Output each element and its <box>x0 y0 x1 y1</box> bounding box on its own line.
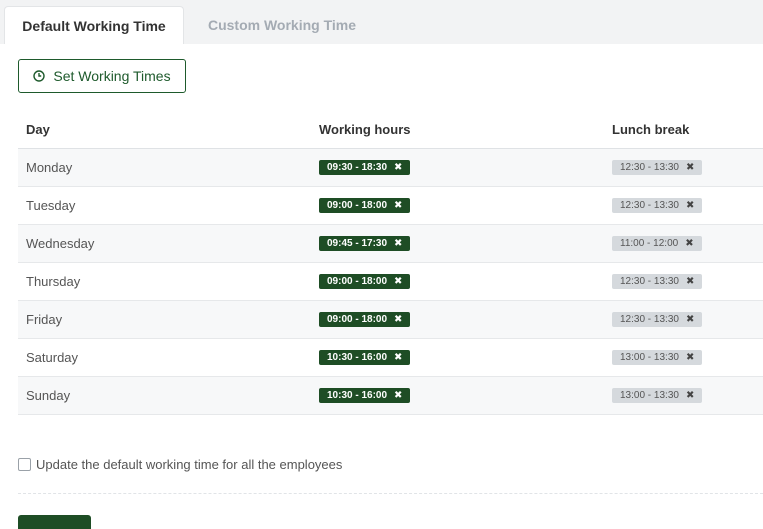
table-row: Monday 09:30 - 18:30 ✖ 12:30 - 13:30 ✖ <box>18 149 763 187</box>
day-label: Tuesday <box>26 198 76 213</box>
remove-icon[interactable]: ✖ <box>394 236 402 251</box>
working-hours-value: 09:00 - 18:00 <box>327 276 388 287</box>
working-time-page: Default Working Time Custom Working Time… <box>0 0 763 529</box>
remove-icon[interactable]: ✖ <box>686 388 694 403</box>
working-hours-value: 09:45 - 17:30 <box>327 238 388 249</box>
remove-icon[interactable]: ✖ <box>394 274 402 289</box>
remove-icon[interactable]: ✖ <box>686 198 694 213</box>
remove-icon[interactable]: ✖ <box>394 388 402 403</box>
lunch-break-badge: 13:00 - 13:30 ✖ <box>612 350 703 365</box>
table-row: Wednesday 09:45 - 17:30 ✖ 11:00 - 12:00 ✖ <box>18 225 763 263</box>
table-header: Day Working hours Lunch break <box>18 112 763 149</box>
working-hours-badge: 09:30 - 18:30 ✖ <box>319 160 411 175</box>
table-row: Sunday 10:30 - 16:00 ✖ 13:00 - 13:30 ✖ <box>18 377 763 415</box>
table-row: Thursday 09:00 - 18:00 ✖ 12:30 - 13:30 ✖ <box>18 263 763 301</box>
save-button[interactable] <box>18 515 91 529</box>
update-default-checkbox[interactable] <box>18 458 31 471</box>
lunch-break-value: 12:30 - 13:30 <box>620 162 679 173</box>
day-label: Wednesday <box>26 236 95 251</box>
lunch-break-badge: 13:00 - 13:30 ✖ <box>612 388 703 403</box>
header-working-hours: Working hours <box>319 122 411 137</box>
set-working-times-label: Set Working Times <box>53 68 171 84</box>
remove-icon[interactable]: ✖ <box>686 160 694 175</box>
lunch-break-value: 13:00 - 13:30 <box>620 390 679 401</box>
clock-icon <box>33 70 46 82</box>
working-hours-value: 09:00 - 18:00 <box>327 314 388 325</box>
remove-icon[interactable]: ✖ <box>394 312 402 327</box>
lunch-break-value: 13:00 - 13:30 <box>620 352 679 363</box>
remove-icon[interactable]: ✖ <box>394 160 402 175</box>
working-hours-badge: 10:30 - 16:00 ✖ <box>319 350 411 365</box>
update-default-checkbox-label: Update the default working time for all … <box>36 457 343 472</box>
working-hours-value: 09:00 - 18:00 <box>327 200 388 211</box>
day-label: Sunday <box>26 388 71 403</box>
lunch-break-badge: 12:30 - 13:30 ✖ <box>612 160 703 175</box>
day-label: Monday <box>26 160 73 175</box>
working-hours-badge: 09:45 - 17:30 ✖ <box>319 236 411 251</box>
set-working-times-button[interactable]: Set Working Times <box>18 59 186 93</box>
lunch-break-value: 11:00 - 12:00 <box>620 238 679 249</box>
day-label: Saturday <box>26 350 79 365</box>
table-row: Saturday 10:30 - 16:00 ✖ 13:00 - 13:30 ✖ <box>18 339 763 377</box>
header-lunch-break: Lunch break <box>612 122 690 137</box>
tab-custom-working-time[interactable]: Custom Working Time <box>192 6 372 44</box>
tab-bar: Default Working Time Custom Working Time <box>0 0 763 44</box>
lunch-break-value: 12:30 - 13:30 <box>620 200 679 211</box>
lunch-break-badge: 11:00 - 12:00 ✖ <box>612 236 702 251</box>
update-default-checkbox-row: Update the default working time for all … <box>18 457 342 472</box>
day-label: Thursday <box>26 274 81 289</box>
day-label: Friday <box>26 312 63 327</box>
remove-icon[interactable]: ✖ <box>685 236 693 251</box>
working-hours-badge: 10:30 - 16:00 ✖ <box>319 388 411 403</box>
working-hours-value: 10:30 - 16:00 <box>327 352 388 363</box>
lunch-break-value: 12:30 - 13:30 <box>620 276 679 287</box>
working-time-table: Day Working hours Lunch break Monday 09:… <box>18 112 763 415</box>
table-row: Tuesday 09:00 - 18:00 ✖ 12:30 - 13:30 ✖ <box>18 187 763 225</box>
remove-icon[interactable]: ✖ <box>686 312 694 327</box>
working-hours-badge: 09:00 - 18:00 ✖ <box>319 274 411 289</box>
working-hours-badge: 09:00 - 18:00 ✖ <box>319 312 411 327</box>
table-row: Friday 09:00 - 18:00 ✖ 12:30 - 13:30 ✖ <box>18 301 763 339</box>
remove-icon[interactable]: ✖ <box>394 198 402 213</box>
working-hours-value: 09:30 - 18:30 <box>327 162 388 173</box>
divider <box>18 493 763 494</box>
lunch-break-badge: 12:30 - 13:30 ✖ <box>612 198 703 213</box>
lunch-break-badge: 12:30 - 13:30 ✖ <box>612 274 703 289</box>
lunch-break-badge: 12:30 - 13:30 ✖ <box>612 312 703 327</box>
remove-icon[interactable]: ✖ <box>686 274 694 289</box>
remove-icon[interactable]: ✖ <box>394 350 402 365</box>
working-hours-badge: 09:00 - 18:00 ✖ <box>319 198 411 213</box>
remove-icon[interactable]: ✖ <box>686 350 694 365</box>
working-hours-value: 10:30 - 16:00 <box>327 390 388 401</box>
tab-default-working-time[interactable]: Default Working Time <box>4 6 184 44</box>
header-day: Day <box>26 122 50 137</box>
lunch-break-value: 12:30 - 13:30 <box>620 314 679 325</box>
